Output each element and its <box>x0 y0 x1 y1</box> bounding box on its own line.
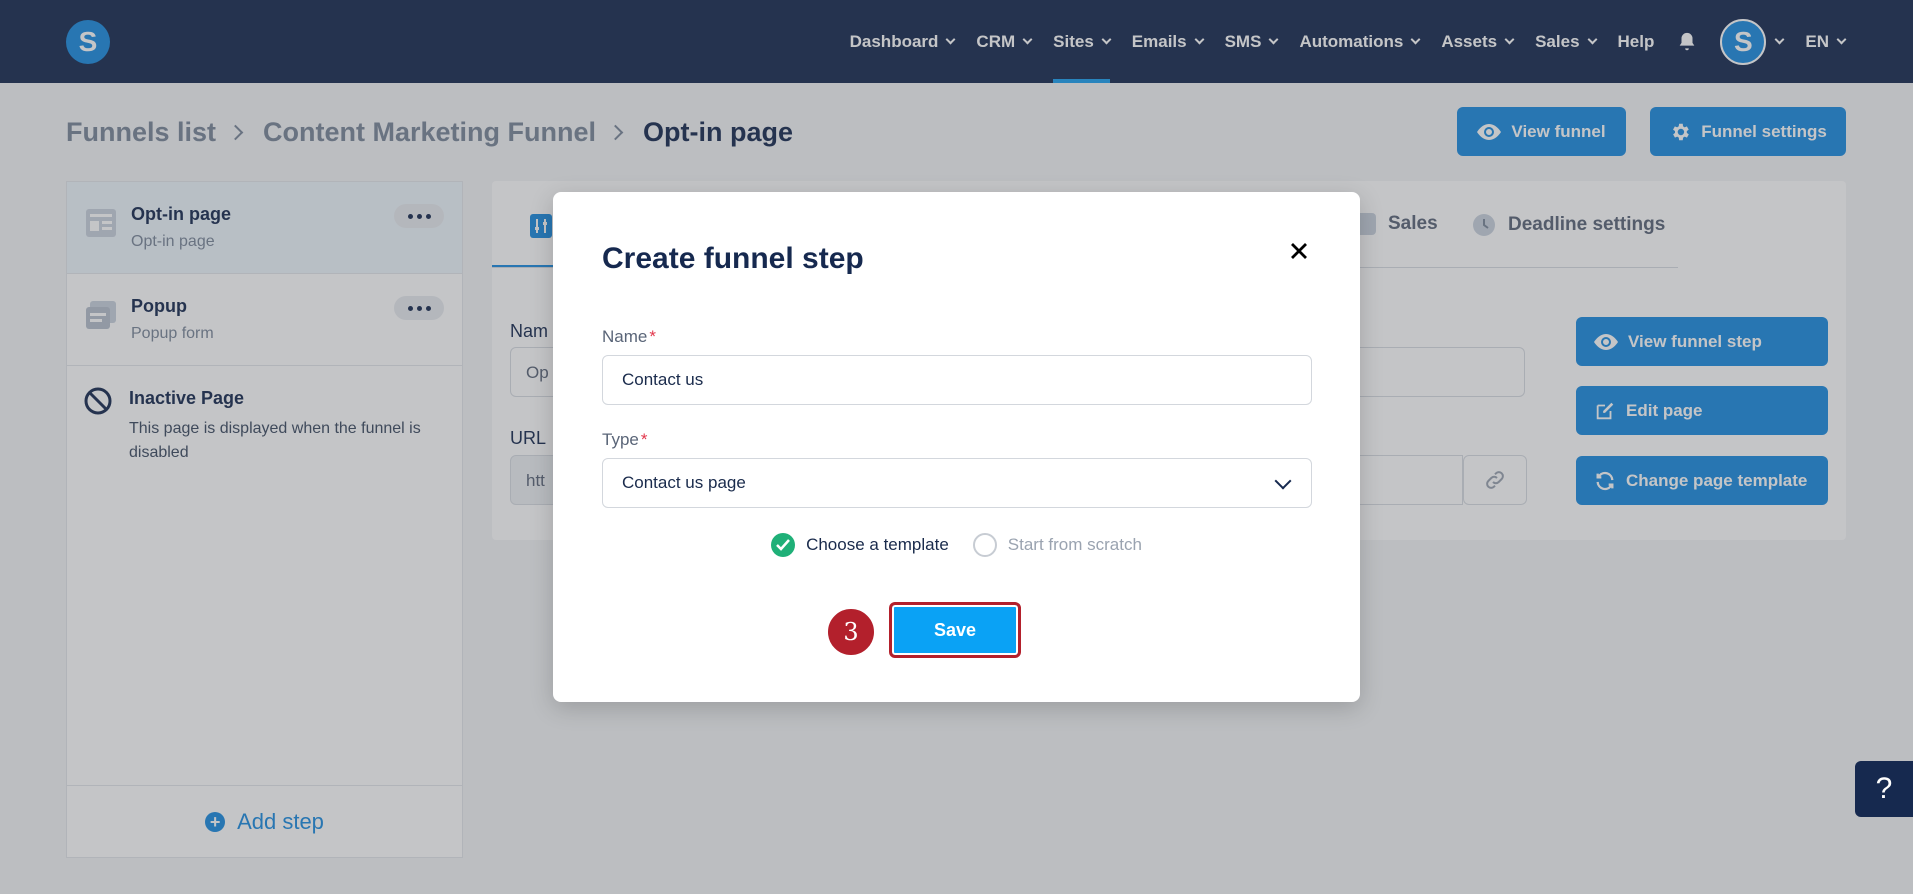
chevron-down-icon <box>1274 472 1292 490</box>
step-type-select[interactable]: Contact us page <box>602 458 1312 508</box>
close-icon[interactable] <box>1288 240 1310 262</box>
type-field-label: Type * <box>602 430 647 450</box>
start-from-scratch-option[interactable]: Start from scratch <box>972 533 1142 557</box>
step-name-input[interactable]: Contact us <box>602 355 1312 405</box>
save-button[interactable]: Save <box>889 602 1021 658</box>
template-option-group: Choose a template Start from scratch <box>553 533 1360 557</box>
label-text: Type <box>602 430 639 449</box>
create-funnel-step-modal: Create funnel step Name * Contact us Type… <box>553 192 1360 702</box>
step-number-badge: 3 <box>826 607 876 657</box>
required-mark: * <box>649 327 656 346</box>
radio-empty-icon <box>972 533 997 557</box>
modal-title: Create funnel step <box>602 242 864 275</box>
option-label: Start from scratch <box>1007 535 1142 554</box>
step-name-value: Contact us <box>622 370 704 389</box>
name-field-label: Name * <box>602 327 656 347</box>
step-type-value: Contact us page <box>622 473 746 492</box>
option-label: Choose a template <box>806 535 949 554</box>
check-icon <box>771 533 796 557</box>
help-button[interactable]: ? <box>1855 761 1913 817</box>
required-mark: * <box>640 430 648 449</box>
choose-template-option[interactable]: Choose a template <box>771 533 949 557</box>
label-text: Name <box>602 327 648 346</box>
